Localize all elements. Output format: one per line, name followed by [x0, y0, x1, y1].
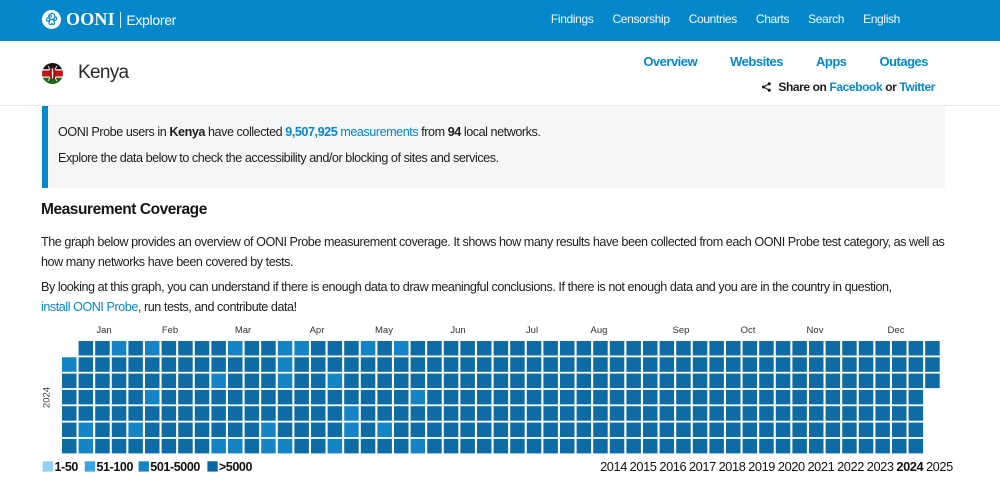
svg-text:2019: 2019: [748, 459, 775, 474]
svg-text:May: May: [375, 325, 393, 336]
svg-text:Sep: Sep: [673, 325, 690, 336]
svg-text:2021: 2021: [807, 459, 834, 474]
svg-text:2020: 2020: [778, 459, 805, 474]
svg-text:2025: 2025: [926, 459, 953, 474]
svg-text:2017: 2017: [689, 459, 716, 474]
svg-text:Jun: Jun: [450, 325, 465, 336]
svg-text:Feb: Feb: [162, 325, 178, 336]
svg-text:2024: 2024: [896, 459, 924, 474]
svg-text:Nov: Nov: [807, 325, 824, 336]
svg-text:501-5000: 501-5000: [150, 460, 200, 474]
svg-text:2014: 2014: [600, 459, 627, 474]
svg-text:2023: 2023: [867, 459, 894, 474]
svg-text:2016: 2016: [659, 459, 686, 474]
svg-text:51-100: 51-100: [97, 460, 134, 474]
svg-text:Jan: Jan: [96, 325, 111, 336]
svg-text:2022: 2022: [837, 459, 864, 474]
svg-text:Jul: Jul: [526, 325, 538, 336]
svg-text:>5000: >5000: [219, 460, 253, 474]
svg-text:Oct: Oct: [741, 325, 756, 336]
svg-text:2024: 2024: [42, 387, 53, 408]
svg-text:Apr: Apr: [310, 325, 325, 336]
svg-text:Mar: Mar: [235, 325, 251, 336]
svg-text:1-50: 1-50: [55, 460, 79, 474]
svg-text:2015: 2015: [630, 459, 657, 474]
svg-text:2018: 2018: [719, 459, 746, 474]
svg-text:Aug: Aug: [591, 325, 608, 336]
svg-text:Dec: Dec: [888, 325, 905, 336]
